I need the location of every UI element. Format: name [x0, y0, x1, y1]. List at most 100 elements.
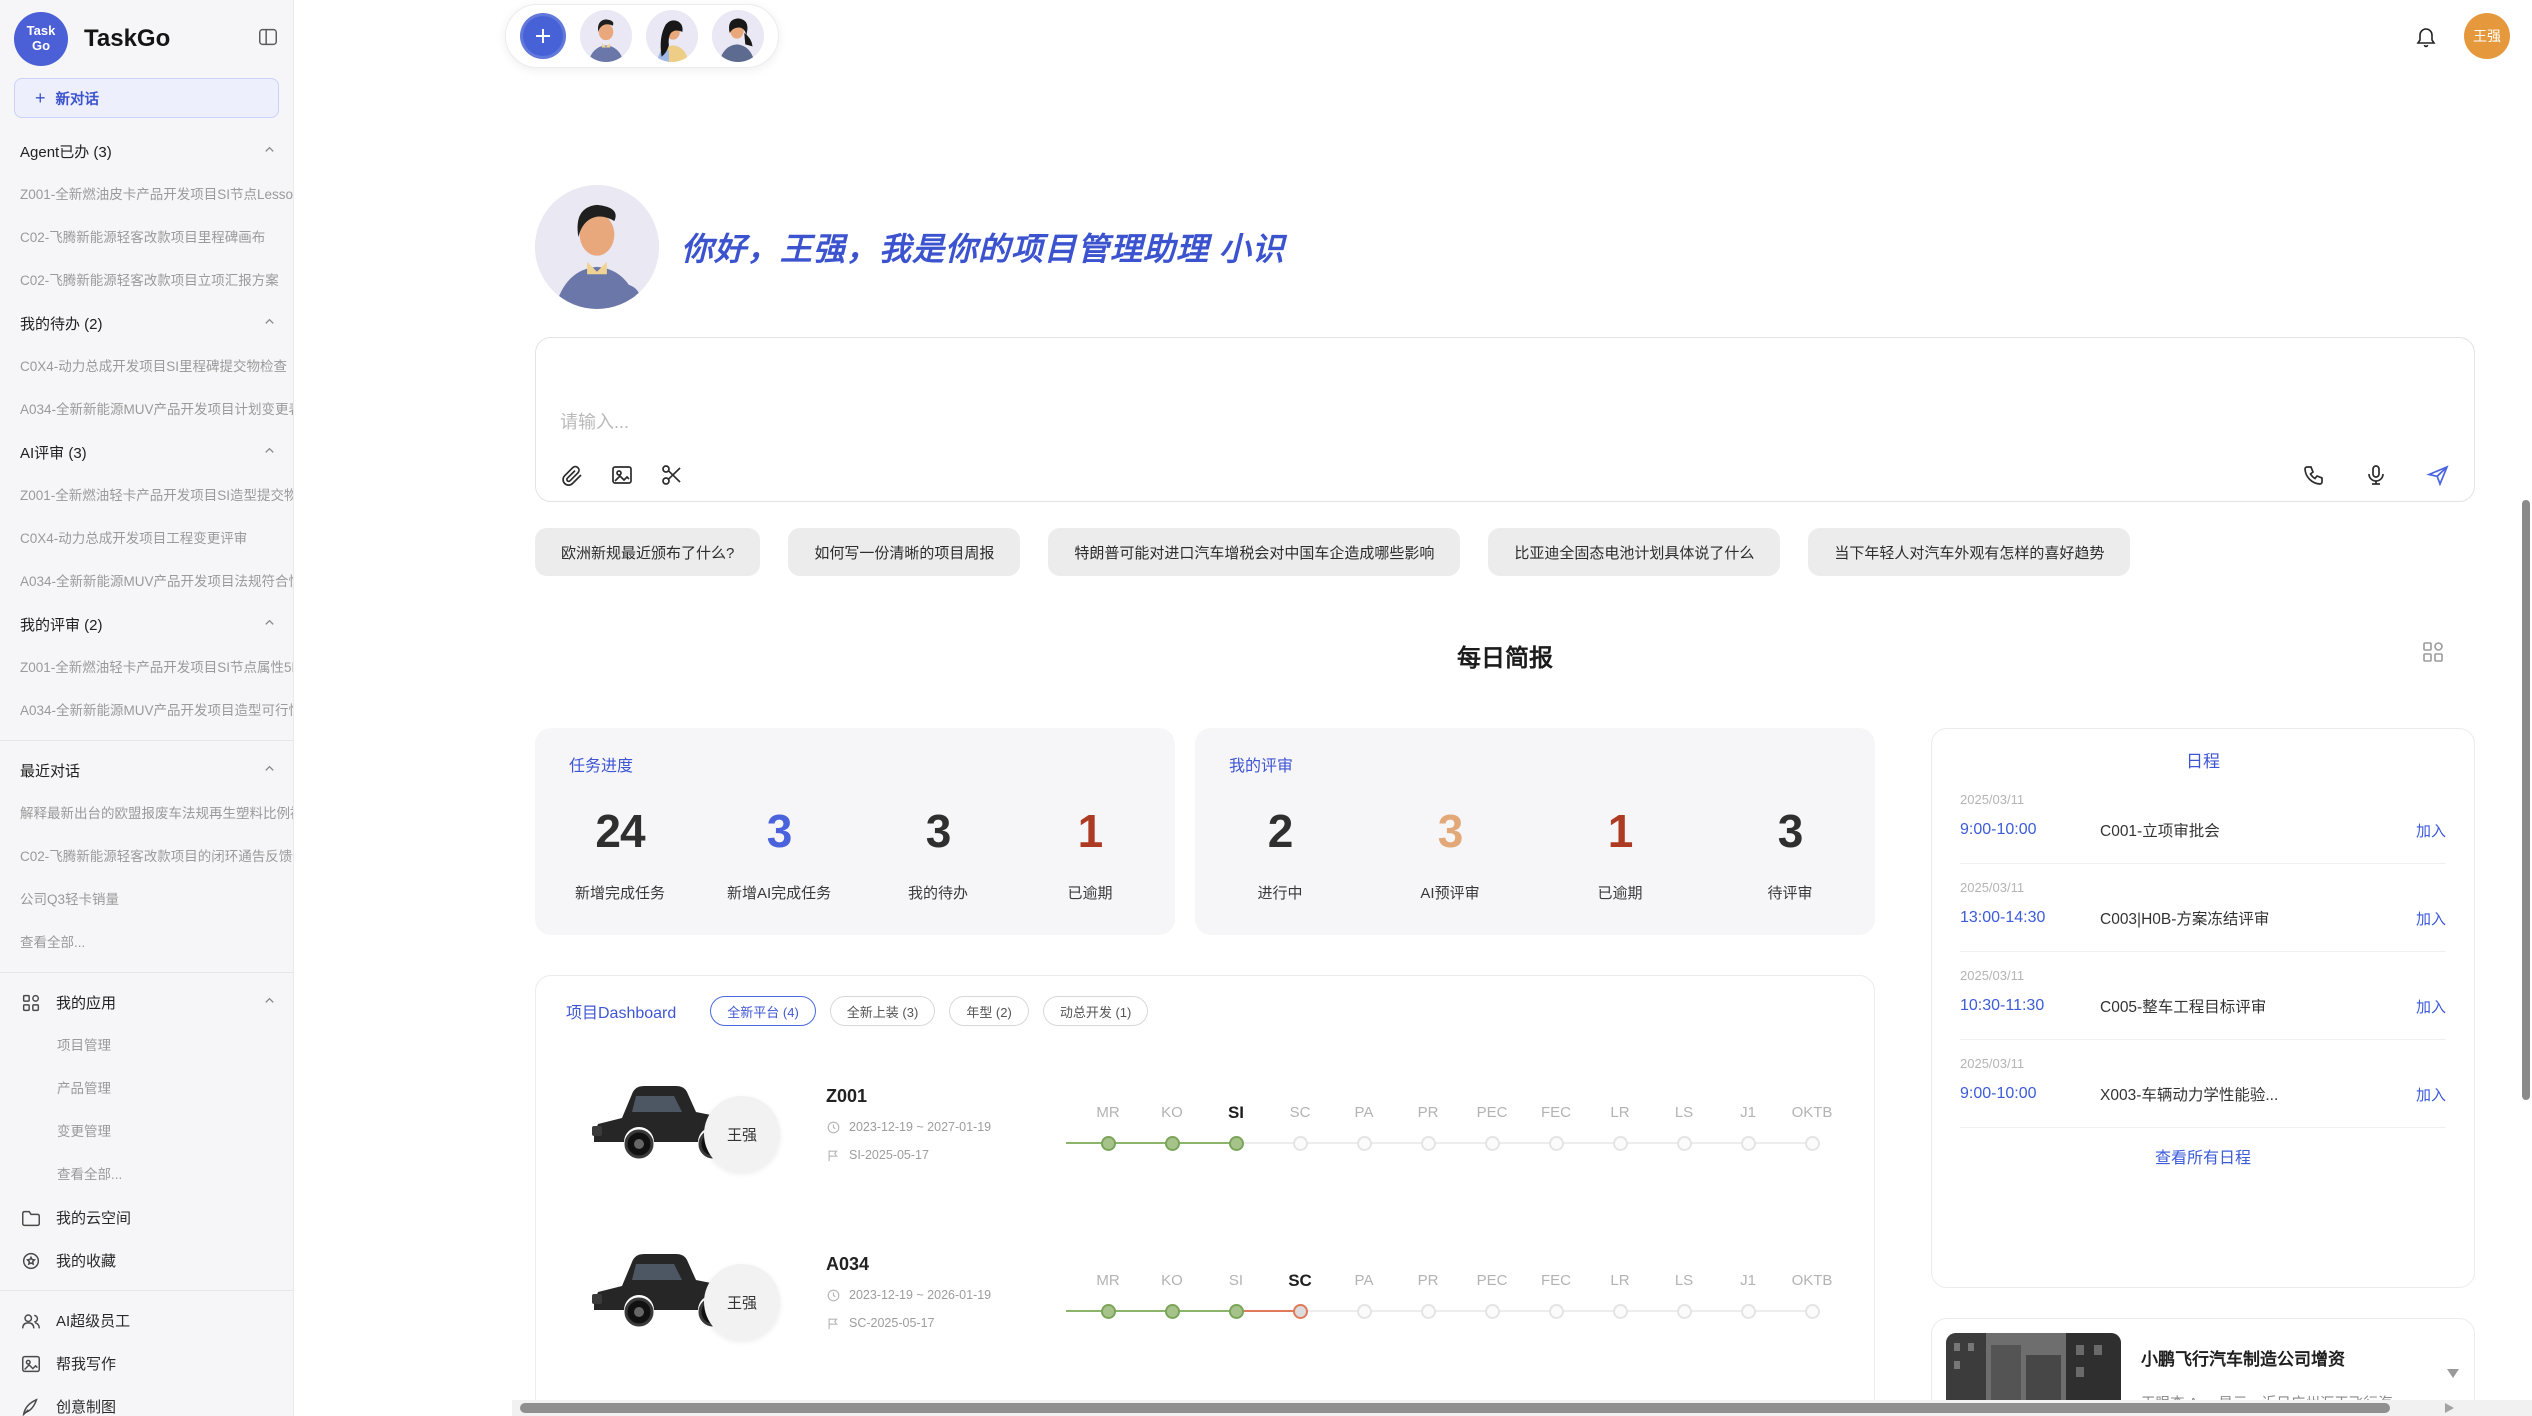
- section-my-todo[interactable]: 我的待办 (2): [0, 302, 293, 345]
- sidebar-item[interactable]: C0X4-动力总成开发项目SI里程碑提交物检查: [20, 345, 287, 388]
- section-recent-chats[interactable]: 最近对话: [0, 749, 293, 792]
- suggestion-chip[interactable]: 如何写一份清晰的项目周报: [788, 528, 1020, 576]
- agent-avatar-2[interactable]: [646, 10, 698, 62]
- vertical-scrollbar-thumb[interactable]: [2522, 500, 2530, 1100]
- project-row-a034[interactable]: 王强 A034 2023-12-19 ~ 2026-01-19 SC-2025-…: [566, 1222, 1844, 1362]
- suggestion-chip[interactable]: 比亚迪全固态电池计划具体说了什么: [1488, 528, 1780, 576]
- stat-in-progress: 2 进行中: [1235, 804, 1325, 903]
- owner-name: 王强: [727, 1124, 757, 1145]
- sidebar-item[interactable]: A034-全新新能源MUV产品开发项目造型可行性评审: [20, 689, 293, 732]
- horizontal-scrollbar-thumb[interactable]: [520, 1403, 2390, 1413]
- milestone-label: LS: [1652, 1098, 1716, 1128]
- briefing-header: 每日简报: [535, 638, 2475, 672]
- join-link[interactable]: 加入: [2416, 820, 2446, 841]
- project-dates: 2023-12-19 ~ 2026-01-19: [849, 1288, 991, 1302]
- milestone-label: PEC: [1460, 1266, 1524, 1296]
- milestone-dot: [1165, 1136, 1180, 1151]
- project-row-z001[interactable]: 王强 Z001 2023-12-19 ~ 2027-01-19 SI-2025-…: [566, 1054, 1844, 1194]
- stat-pending-review: 3 待评审: [1745, 804, 1835, 903]
- schedule-name: C005-整车工程目标评审: [2100, 995, 2416, 1017]
- sidebar-item[interactable]: C02-飞腾新能源轻客改款项目立项汇报方案: [20, 259, 279, 302]
- horizontal-scrollbar[interactable]: [512, 1400, 2532, 1416]
- sidebar-item[interactable]: Z001-全新燃油轻卡产品开发项目SI节点属性5D文件评审: [20, 646, 293, 689]
- schedule-time: 9:00-10:00: [1960, 821, 2100, 839]
- section-agent-done[interactable]: Agent已办 (3): [0, 130, 293, 173]
- add-agent-button[interactable]: [520, 13, 566, 59]
- milestone-label: KO: [1140, 1266, 1204, 1296]
- join-link[interactable]: 加入: [2416, 908, 2446, 929]
- suggestion-chip[interactable]: 欧洲新规最近颁布了什么?: [535, 528, 760, 576]
- section-my-review[interactable]: 我的评审 (2): [0, 603, 293, 646]
- milestone-label: KO: [1140, 1098, 1204, 1128]
- sidebar-scroll-area[interactable]: Agent已办 (3) Z001-全新燃油皮卡产品开发项目SI节点Lesson …: [0, 118, 293, 1416]
- milestone-dot: [1741, 1304, 1756, 1319]
- notification-bell-icon[interactable]: [2414, 24, 2438, 48]
- sidebar-item-help-write[interactable]: 帮我写作: [0, 1342, 293, 1385]
- section-my-apps[interactable]: 我的应用: [0, 981, 293, 1024]
- app-title: TaskGo: [84, 25, 170, 53]
- milestone-label: FEC: [1524, 1098, 1588, 1128]
- layout-grid-icon[interactable]: [2421, 640, 2445, 669]
- scroll-right-arrow[interactable]: [2445, 1403, 2454, 1413]
- milestone-dot: [1229, 1136, 1244, 1151]
- view-all-apps[interactable]: 查看全部...: [57, 1153, 122, 1196]
- view-all-schedule-link[interactable]: 查看所有日程: [1960, 1144, 2446, 1168]
- sidebar-item[interactable]: A034-全新新能源MUV产品开发项目计划变更表编写: [20, 388, 293, 431]
- milestone-label: PA: [1332, 1266, 1396, 1296]
- screenshot-scissors-icon[interactable]: [660, 463, 684, 487]
- sidebar-item[interactable]: Z001-全新燃油皮卡产品开发项目SI节点Lesson Learn报告: [20, 173, 293, 216]
- agent-avatar-1[interactable]: [580, 10, 632, 62]
- milestone-label: OKTB: [1780, 1098, 1844, 1128]
- collapse-sidebar-icon[interactable]: [257, 26, 279, 53]
- filter-model-year[interactable]: 年型 (2): [949, 996, 1029, 1026]
- news-title: 小鹏飞行汽车制造公司增资: [2141, 1345, 2460, 1370]
- taskgo-logo: Task Go: [14, 12, 68, 66]
- sidebar-item[interactable]: C02-飞腾新能源轻客改款项目里程碑画布: [20, 216, 265, 259]
- app-item-product-mgmt[interactable]: 产品管理: [57, 1067, 111, 1110]
- sidebar-item[interactable]: A034-全新新能源MUV产品开发项目法规符合性评审: [20, 560, 293, 603]
- favorites-label: 我的收藏: [56, 1250, 116, 1271]
- milestone-dot: [1101, 1136, 1116, 1151]
- suggestion-chip[interactable]: 特朗普可能对进口汽车增税会对中国车企造成哪些影响: [1048, 528, 1460, 576]
- suggestion-chips: 欧洲新规最近颁布了什么? 如何写一份清晰的项目周报 特朗普可能对进口汽车增税会对…: [535, 528, 2475, 576]
- sidebar-item-creative-draw[interactable]: 创意制图: [0, 1385, 293, 1416]
- stat-value: 3: [1405, 804, 1495, 858]
- sidebar-item[interactable]: C0X4-动力总成开发项目工程变更评审: [20, 517, 247, 560]
- new-chat-button[interactable]: + 新对话: [14, 78, 279, 118]
- recent-chat-item[interactable]: 解释最新出台的欧盟报废车法规再生塑料比例被调至15%...: [20, 792, 293, 835]
- app-item-project-mgmt[interactable]: 项目管理: [57, 1024, 111, 1067]
- join-link[interactable]: 加入: [2416, 996, 2446, 1017]
- topbar: 王强: [294, 0, 2532, 72]
- agent-avatar-pill: [505, 4, 779, 68]
- attachment-icon[interactable]: [560, 463, 584, 487]
- new-chat-label: 新对话: [56, 88, 100, 109]
- section-ai-review[interactable]: AI评审 (3): [0, 431, 293, 474]
- schedule-name: C001-立项审批会: [2100, 819, 2416, 841]
- send-icon[interactable]: [2426, 463, 2450, 487]
- user-avatar[interactable]: 王强: [2464, 13, 2510, 59]
- view-all-chats[interactable]: 查看全部...: [20, 921, 85, 964]
- chevron-up-icon: [262, 314, 277, 333]
- stat-overdue: 1 已逾期: [1045, 804, 1135, 903]
- sidebar-item[interactable]: Z001-全新燃油轻卡产品开发项目SI造型提交物评审: [20, 474, 293, 517]
- filter-powertrain[interactable]: 动总开发 (1): [1043, 996, 1149, 1026]
- chat-input[interactable]: 请输入...: [560, 408, 2450, 463]
- agent-avatar-3[interactable]: [712, 10, 764, 62]
- sidebar-item-ai-staff[interactable]: AI超级员工: [0, 1299, 293, 1342]
- main-area: 王强 你好，王强，我是你的项目管理助理 小识 请输入...: [294, 0, 2532, 1416]
- filter-new-platform[interactable]: 全新平台 (4): [710, 996, 816, 1026]
- image-upload-icon[interactable]: [610, 463, 634, 487]
- project-owner-avatar: 王强: [704, 1096, 780, 1172]
- join-link[interactable]: 加入: [2416, 1084, 2446, 1105]
- app-item-change-mgmt[interactable]: 变更管理: [57, 1110, 111, 1153]
- microphone-icon[interactable]: [2364, 463, 2388, 487]
- sidebar-item-cloud-space[interactable]: 我的云空间: [0, 1196, 293, 1239]
- scroll-down-arrow[interactable]: [2447, 1369, 2459, 1378]
- voice-call-icon[interactable]: [2302, 463, 2326, 487]
- recent-chat-item[interactable]: 公司Q3轻卡销量: [20, 878, 119, 921]
- project-info: Z001 2023-12-19 ~ 2027-01-19 SI-2025-05-…: [816, 1086, 1076, 1163]
- filter-new-body[interactable]: 全新上装 (3): [830, 996, 936, 1026]
- suggestion-chip[interactable]: 当下年轻人对汽车外观有怎样的喜好趋势: [1808, 528, 2130, 576]
- sidebar-item-favorites[interactable]: 我的收藏: [0, 1239, 293, 1282]
- recent-chat-item[interactable]: C02-飞腾新能源轻客改款项目的闭环通告反馈情况: [20, 835, 293, 878]
